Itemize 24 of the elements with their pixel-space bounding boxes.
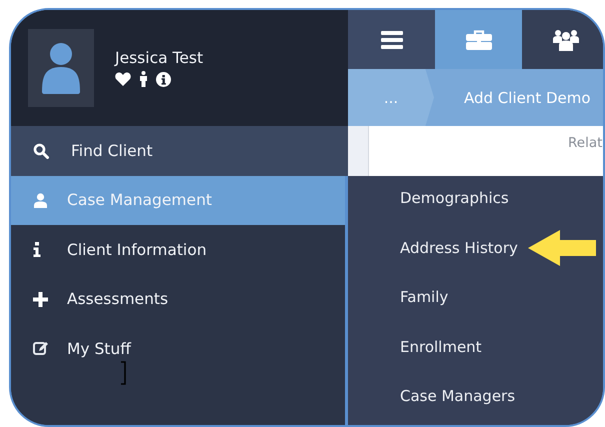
user-icon xyxy=(33,192,48,208)
search-icon xyxy=(33,142,49,159)
column-header: Relat xyxy=(568,135,602,151)
info-icon xyxy=(33,242,41,258)
submenu-item[interactable]: Demographics xyxy=(400,189,509,207)
heart-icon xyxy=(115,72,131,86)
submenu-item[interactable]: Family xyxy=(400,288,448,306)
gutter-panel xyxy=(348,126,369,176)
nav-item[interactable]: Find Client xyxy=(11,126,348,176)
briefcase-icon xyxy=(466,30,492,50)
person-icon xyxy=(139,71,148,87)
avatar-icon xyxy=(28,29,94,107)
tab[interactable] xyxy=(348,10,435,69)
plus-icon xyxy=(33,292,48,307)
submenu-item[interactable]: Address History xyxy=(400,238,518,256)
submenu-item[interactable]: Enrollment xyxy=(400,338,482,356)
people-icon xyxy=(552,28,578,50)
edit-icon xyxy=(33,341,49,356)
arrow-icon xyxy=(526,228,596,266)
user-name: Jessica Test xyxy=(115,49,204,67)
info-icon xyxy=(156,72,171,86)
text-cursor-icon xyxy=(121,361,127,385)
submenu-item[interactable]: Case Managers xyxy=(400,387,516,405)
menu-icon xyxy=(380,30,402,48)
